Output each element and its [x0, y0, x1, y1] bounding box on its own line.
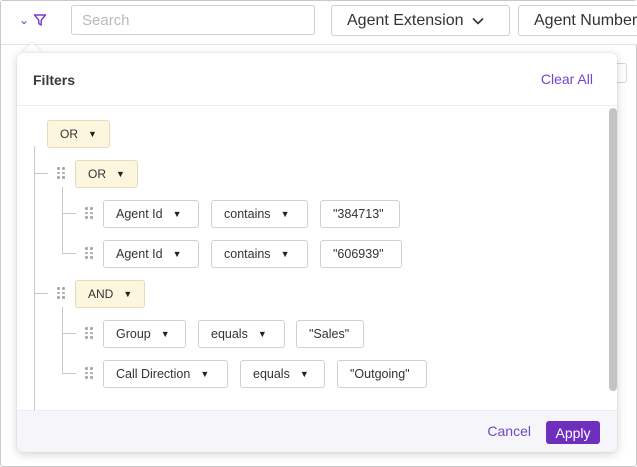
filter-funnel-icon: [33, 14, 47, 26]
condition-value[interactable]: "384713": [320, 200, 400, 228]
agent-extension-select-label: Agent Extension: [347, 11, 464, 29]
drag-handle-icon[interactable]: [57, 287, 65, 299]
connector-line: [62, 334, 76, 374]
connector-line: [34, 293, 48, 294]
group-operator-select[interactable]: OR ▼: [75, 160, 138, 188]
chevron-down-icon: ⌄: [19, 13, 30, 27]
caret-down-icon: ▼: [123, 289, 133, 299]
connector-line: [34, 146, 35, 410]
clear-all-link[interactable]: Clear All: [541, 71, 593, 87]
caret-down-icon: ▼: [299, 369, 309, 379]
condition-operator-label: equals: [253, 367, 290, 381]
condition-field-select[interactable]: Call Direction ▼: [103, 360, 228, 388]
scrollbar[interactable]: [607, 106, 617, 410]
connector-line: [62, 213, 76, 214]
caret-down-icon: ▼: [116, 169, 125, 179]
condition-operator-select[interactable]: equals ▼: [240, 360, 325, 388]
caret-down-icon: ▼: [280, 249, 290, 259]
agent-extension-select[interactable]: Agent Extension: [331, 5, 510, 36]
filters-panel: Filters Clear All OR ▼ OR ▼ Agent Id ▼ c…: [17, 53, 617, 452]
search-input[interactable]: [71, 5, 315, 35]
cancel-button[interactable]: Cancel: [487, 423, 531, 439]
condition-operator-label: contains: [224, 207, 271, 221]
root-operator-label: OR: [60, 127, 78, 141]
filters-footer: Cancel Apply: [17, 410, 617, 452]
caret-down-icon: ▼: [88, 129, 97, 139]
condition-field-select[interactable]: Agent Id ▼: [103, 240, 199, 268]
condition-operator-label: equals: [211, 327, 248, 341]
connector-line: [62, 214, 76, 254]
drag-handle-icon[interactable]: [85, 207, 93, 219]
condition-value[interactable]: "606939": [320, 240, 402, 268]
connector-line: [62, 187, 63, 214]
caret-down-icon: ▼: [280, 209, 290, 219]
condition-field-select[interactable]: Group ▼: [103, 320, 186, 348]
agent-number-select-label: Agent Number: [534, 11, 637, 29]
group-operator-label: OR: [88, 167, 106, 181]
scrollbar-thumb[interactable]: [609, 108, 617, 391]
condition-field-select[interactable]: Agent Id ▼: [103, 200, 199, 228]
filter-tree: OR ▼ OR ▼ Agent Id ▼ contains ▼ "384713": [17, 106, 607, 410]
apply-button[interactable]: Apply: [546, 421, 600, 444]
condition-value[interactable]: "Sales": [296, 320, 364, 348]
condition-value-text: "Sales": [309, 327, 350, 341]
caret-down-icon: ▼: [200, 369, 210, 379]
agent-number-select[interactable]: Agent Number: [518, 5, 637, 36]
caret-down-icon: ▼: [172, 209, 182, 219]
condition-field-label: Agent Id: [116, 207, 163, 221]
group-operator-label: AND: [88, 287, 114, 301]
toolbar: ⌄ Agent Extension Agent Number: [1, 1, 637, 45]
condition-value-text: "384713": [333, 207, 384, 221]
condition-field-label: Group: [116, 327, 151, 341]
connector-line: [62, 307, 63, 334]
condition-value-text: "606939": [333, 247, 384, 261]
caret-down-icon: ▼: [257, 329, 267, 339]
drag-handle-icon[interactable]: [85, 367, 93, 379]
drag-handle-icon[interactable]: [85, 327, 93, 339]
condition-value[interactable]: "Outgoing": [337, 360, 427, 388]
condition-field-label: Call Direction: [116, 367, 191, 381]
condition-value-text: "Outgoing": [350, 367, 410, 381]
drag-handle-icon[interactable]: [57, 167, 65, 179]
chevron-down-icon: [471, 17, 484, 25]
root-operator-select[interactable]: OR ▼: [47, 120, 110, 148]
filter-toggle-button[interactable]: ⌄: [19, 9, 55, 31]
connector-line: [34, 173, 48, 174]
filters-title: Filters: [33, 72, 76, 88]
condition-operator-label: contains: [224, 247, 271, 261]
caret-down-icon: ▼: [172, 249, 182, 259]
caret-down-icon: ▼: [160, 329, 170, 339]
condition-field-label: Agent Id: [116, 247, 163, 261]
condition-operator-select[interactable]: contains ▼: [211, 240, 308, 268]
condition-operator-select[interactable]: equals ▼: [198, 320, 285, 348]
group-operator-select[interactable]: AND ▼: [75, 280, 146, 308]
app-window: ⌄ Agent Extension Agent Number Filters C…: [0, 0, 637, 467]
drag-handle-icon[interactable]: [85, 247, 93, 259]
condition-operator-select[interactable]: contains ▼: [211, 200, 308, 228]
